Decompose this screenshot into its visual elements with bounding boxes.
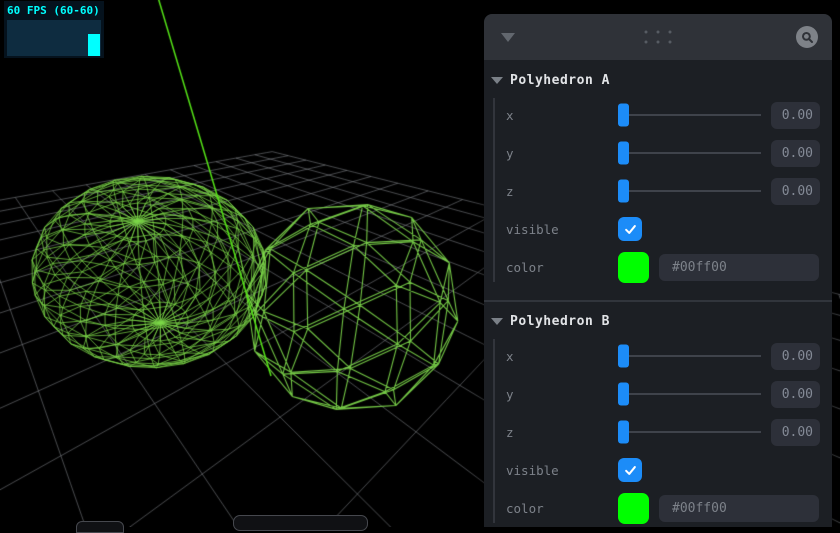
folder-title-label: Polyhedron A xyxy=(510,73,610,88)
input-label: y xyxy=(506,145,514,161)
slider-row-y: y xyxy=(484,375,832,413)
slider-row-x: x xyxy=(484,337,832,375)
slider-row-z: z xyxy=(484,413,832,451)
visible-checkbox[interactable] xyxy=(618,458,642,482)
y-slider[interactable] xyxy=(618,375,765,413)
slider-knob[interactable] xyxy=(618,344,629,368)
color-row: color xyxy=(484,489,832,527)
bottom-button-peek-2[interactable] xyxy=(233,515,368,531)
color-row: color xyxy=(484,248,832,286)
input-label: z xyxy=(506,183,514,199)
chevron-down-icon xyxy=(491,77,503,84)
input-label: y xyxy=(506,386,514,402)
panel-content: Polyhedron A x y xyxy=(484,60,832,527)
y-slider[interactable] xyxy=(618,134,765,172)
slider-row-y: y xyxy=(484,134,832,172)
visible-checkbox[interactable] xyxy=(618,217,642,241)
x-slider[interactable] xyxy=(618,96,765,134)
fps-label: 60 FPS (60-60) xyxy=(7,4,100,17)
y-value-input[interactable] xyxy=(771,380,820,408)
input-label: visible xyxy=(506,462,559,478)
input-label: color xyxy=(506,500,544,516)
chevron-down-icon xyxy=(491,318,503,325)
slider-row-z: z xyxy=(484,172,832,210)
slider-row-x: x xyxy=(484,96,832,134)
input-label: z xyxy=(506,424,514,440)
visible-row: visible xyxy=(484,210,832,248)
slider-track[interactable] xyxy=(619,190,761,192)
folder-title[interactable]: Polyhedron A xyxy=(484,65,832,96)
color-hex-input[interactable] xyxy=(659,253,819,281)
z-value-input[interactable] xyxy=(771,418,820,446)
z-value-input[interactable] xyxy=(771,177,820,205)
slider-track[interactable] xyxy=(619,355,761,357)
slider-knob[interactable] xyxy=(618,382,629,406)
slider-track[interactable] xyxy=(619,431,761,433)
folder-title[interactable]: Polyhedron B xyxy=(484,306,832,337)
checkmark-icon xyxy=(624,465,636,475)
x-value-input[interactable] xyxy=(771,342,820,370)
slider-track[interactable] xyxy=(619,152,761,154)
bottom-button-peek-1[interactable] xyxy=(76,521,124,533)
x-value-input[interactable] xyxy=(771,101,820,129)
folder-polyhedron-b: Polyhedron B x y xyxy=(484,306,832,527)
slider-track[interactable] xyxy=(619,393,761,395)
fps-meter[interactable]: 60 FPS (60-60) xyxy=(4,1,104,58)
slider-knob[interactable] xyxy=(618,141,629,165)
input-label: color xyxy=(506,259,544,275)
color-swatch[interactable] xyxy=(618,251,649,283)
drag-handle-icon[interactable] xyxy=(644,30,672,44)
folder-divider xyxy=(484,300,832,302)
input-label: visible xyxy=(506,221,559,237)
slider-knob[interactable] xyxy=(618,103,629,127)
folder-title-label: Polyhedron B xyxy=(510,314,610,329)
visible-row: visible xyxy=(484,451,832,489)
collapse-chevron-icon[interactable] xyxy=(501,32,515,42)
y-value-input[interactable] xyxy=(771,139,820,167)
color-hex-input[interactable] xyxy=(659,494,819,522)
checkmark-icon xyxy=(624,224,636,234)
slider-track[interactable] xyxy=(619,114,761,116)
x-slider[interactable] xyxy=(618,337,765,375)
slider-knob[interactable] xyxy=(618,420,629,444)
input-label: x xyxy=(506,348,514,364)
z-slider[interactable] xyxy=(618,413,765,451)
folder-polyhedron-a: Polyhedron A x y xyxy=(484,65,832,286)
z-slider[interactable] xyxy=(618,172,765,210)
slider-knob[interactable] xyxy=(618,179,629,203)
color-swatch[interactable] xyxy=(618,492,649,524)
magnifier-icon xyxy=(801,31,813,43)
fps-graph-bar xyxy=(88,34,100,56)
fps-graph xyxy=(7,20,101,56)
panel-header xyxy=(484,14,832,60)
search-button[interactable] xyxy=(796,26,818,48)
input-label: x xyxy=(506,107,514,123)
tweakpane-panel: Polyhedron A x y xyxy=(484,14,832,527)
